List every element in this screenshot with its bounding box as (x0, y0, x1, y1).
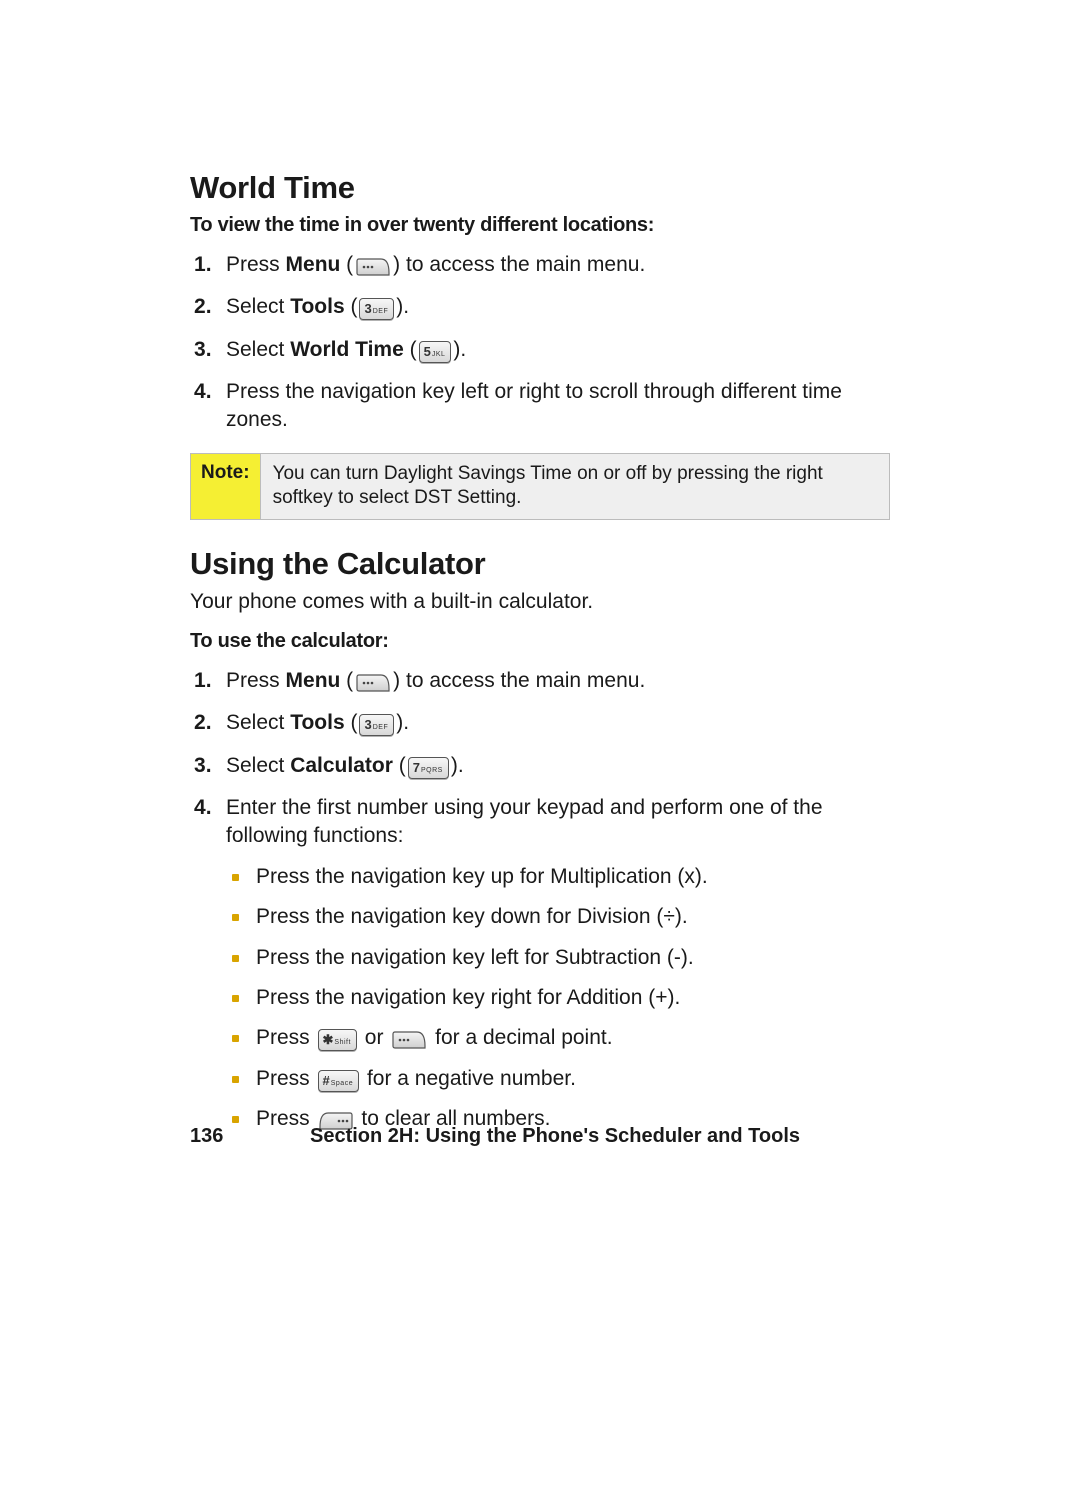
calculator-functions-list: Press the navigation key up for Multipli… (226, 863, 890, 1133)
list-item: Press the navigation key up for Multipli… (254, 863, 890, 891)
text: . (403, 711, 409, 734)
text: Select (226, 295, 290, 318)
bold-term: Menu (286, 253, 341, 276)
heading-world-time: World Time (190, 170, 890, 206)
step: Enter the first number using your keypad… (222, 794, 890, 1133)
text: Press (256, 1026, 316, 1049)
text: for a negative number. (367, 1067, 576, 1090)
footer-section-title: Section 2H: Using the Phone's Scheduler … (310, 1125, 890, 1148)
step: Select Tools (3DEF). (222, 293, 890, 321)
menu-softkey-icon (355, 673, 391, 693)
step: Select Tools (3DEF). (222, 709, 890, 737)
text: to access the main menu. (406, 253, 645, 276)
bold-term: Menu (286, 669, 341, 692)
manual-page: World Time To view the time in over twen… (0, 0, 1080, 1496)
steps-calculator: Press Menu () to access the main menu. S… (190, 667, 890, 1133)
text: Select (226, 338, 290, 361)
bold-term: Tools (290, 711, 344, 734)
text: or (365, 1026, 390, 1049)
heading-calculator: Using the Calculator (190, 546, 890, 582)
text: Select (226, 754, 290, 777)
text: Enter the first number using your keypad… (226, 796, 823, 847)
key-3-icon: 3DEF (359, 298, 394, 320)
steps-world-time: Press Menu () to access the main menu. S… (190, 251, 890, 435)
text: for a decimal point. (435, 1026, 612, 1049)
step: Select Calculator (7PQRS). (222, 752, 890, 780)
text: . (460, 338, 466, 361)
key-5-icon: 5JKL (419, 341, 452, 363)
lead-world-time: To view the time in over twenty differen… (190, 214, 890, 237)
bold-term: Tools (290, 295, 344, 318)
text: . (403, 295, 409, 318)
key-7-icon: 7PQRS (408, 757, 449, 779)
text: . (458, 754, 464, 777)
note-text: You can turn Daylight Savings Time on or… (261, 454, 889, 519)
text: Press (256, 1067, 316, 1090)
page-footer: 136 Section 2H: Using the Phone's Schedu… (190, 1125, 890, 1148)
bold-term: World Time (290, 338, 404, 361)
page-number: 136 (190, 1125, 310, 1148)
key-hash-icon: #Space (318, 1070, 360, 1092)
text: to access the main menu. (406, 669, 645, 692)
step: Press Menu () to access the main menu. (222, 667, 890, 695)
key-star-icon: ✱Shift (318, 1029, 357, 1051)
text: Press (226, 253, 286, 276)
list-item: Press the navigation key left for Subtra… (254, 944, 890, 972)
list-item: Press the navigation key right for Addit… (254, 984, 890, 1012)
intro-calculator: Your phone comes with a built-in calcula… (190, 590, 890, 614)
bold-term: Calculator (290, 754, 393, 777)
step: Press Menu () to access the main menu. (222, 251, 890, 279)
text: Select (226, 711, 290, 734)
text: Press (226, 669, 286, 692)
list-item: Press ✱Shift or for a decimal point. (254, 1024, 890, 1052)
note-label: Note: (191, 454, 261, 519)
key-3-icon: 3DEF (359, 714, 394, 736)
menu-softkey-icon (391, 1030, 427, 1050)
list-item: Press #Space for a negative number. (254, 1065, 890, 1093)
lead-calculator: To use the calculator: (190, 630, 890, 653)
note-box: Note: You can turn Daylight Savings Time… (190, 453, 890, 520)
menu-softkey-icon (355, 257, 391, 277)
list-item: Press the navigation key down for Divisi… (254, 903, 890, 931)
step: Select World Time (5JKL). (222, 336, 890, 364)
step: Press the navigation key left or right t… (222, 378, 890, 435)
